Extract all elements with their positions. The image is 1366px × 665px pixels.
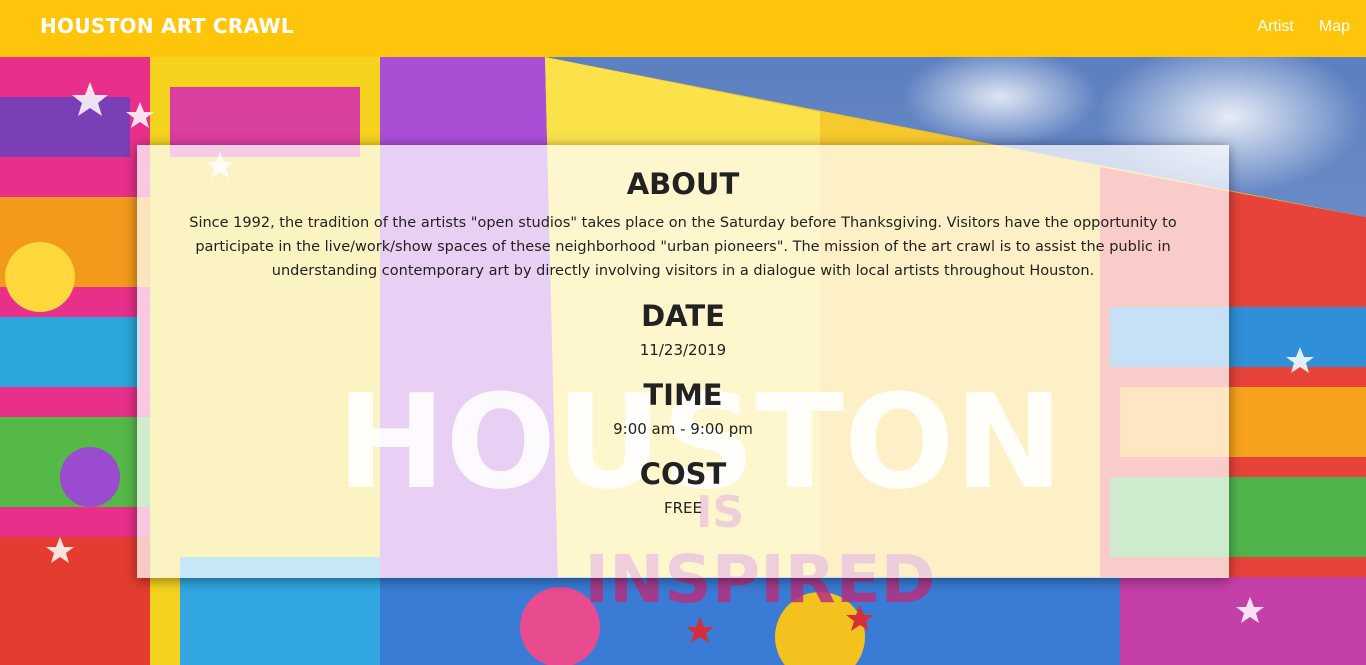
date-value: 11/23/2019: [639, 341, 727, 359]
nav-link-artist[interactable]: Artist: [1257, 18, 1293, 36]
time-section: TIME 9:00 am - 9:00 pm: [137, 378, 1229, 439]
navbar: HOUSTON ART CRAWL Artist Map: [0, 0, 1366, 57]
cost-heading: COST: [639, 457, 727, 491]
about-heading: ABOUT: [626, 167, 740, 201]
cost-value: FREE: [663, 499, 702, 517]
date-section: DATE 11/23/2019: [137, 299, 1229, 360]
about-text: Since 1992, the tradition of the artists…: [189, 215, 1177, 279]
time-value: 9:00 am - 9:00 pm: [613, 420, 753, 438]
cost-section: COST FREE: [137, 457, 1229, 518]
nav-link-map[interactable]: Map: [1319, 18, 1350, 36]
event-info-card: ABOUT Since 1992, the tradition of the a…: [137, 145, 1229, 578]
time-heading: TIME: [643, 378, 723, 412]
brand-logo[interactable]: HOUSTON ART CRAWL: [40, 14, 294, 38]
nav-links: Artist Map: [1257, 18, 1350, 36]
date-heading: DATE: [641, 299, 725, 333]
